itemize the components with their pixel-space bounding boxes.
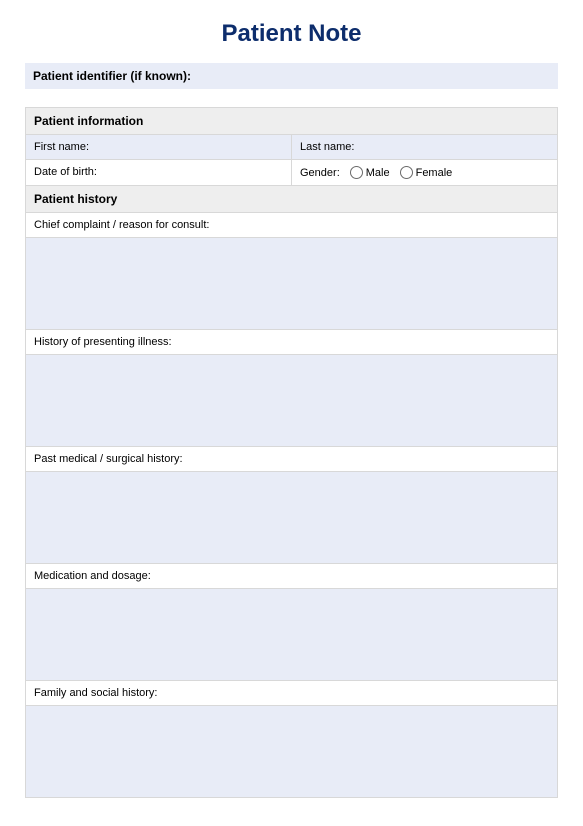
hpi-label: History of presenting illness: [26,330,558,355]
pmh-input[interactable] [26,472,558,564]
first-name-field[interactable]: First name: [26,135,292,160]
family-social-label: Family and social history: [26,681,558,706]
medication-label: Medication and dosage: [26,564,558,589]
chief-complaint-input[interactable] [26,238,558,330]
pmh-label: Past medical / surgical history: [26,447,558,472]
gender-label: Gender: [300,167,340,179]
dob-label: Date of birth: [34,166,97,178]
male-label: Male [366,167,390,179]
patient-form-table: Patient information First name: Last nam… [25,107,558,798]
radio-circle-icon [350,166,363,179]
gender-field: Gender: Male Female [292,160,558,186]
hpi-input[interactable] [26,355,558,447]
section-header-patient-history: Patient history [26,186,558,213]
dob-field[interactable]: Date of birth: [26,160,292,186]
female-label: Female [416,167,453,179]
last-name-label: Last name: [300,141,354,153]
last-name-field[interactable]: Last name: [292,135,558,160]
radio-male[interactable]: Male [350,166,390,179]
first-name-label: First name: [34,141,89,153]
family-social-input[interactable] [26,706,558,798]
radio-circle-icon [400,166,413,179]
section-header-patient-info: Patient information [26,108,558,135]
patient-identifier-row[interactable]: Patient identifier (if known): [25,63,558,89]
patient-identifier-label: Patient identifier (if known): [33,69,191,83]
chief-complaint-label: Chief complaint / reason for consult: [26,213,558,238]
medication-input[interactable] [26,589,558,681]
radio-female[interactable]: Female [400,166,453,179]
page-title: Patient Note [25,20,558,48]
